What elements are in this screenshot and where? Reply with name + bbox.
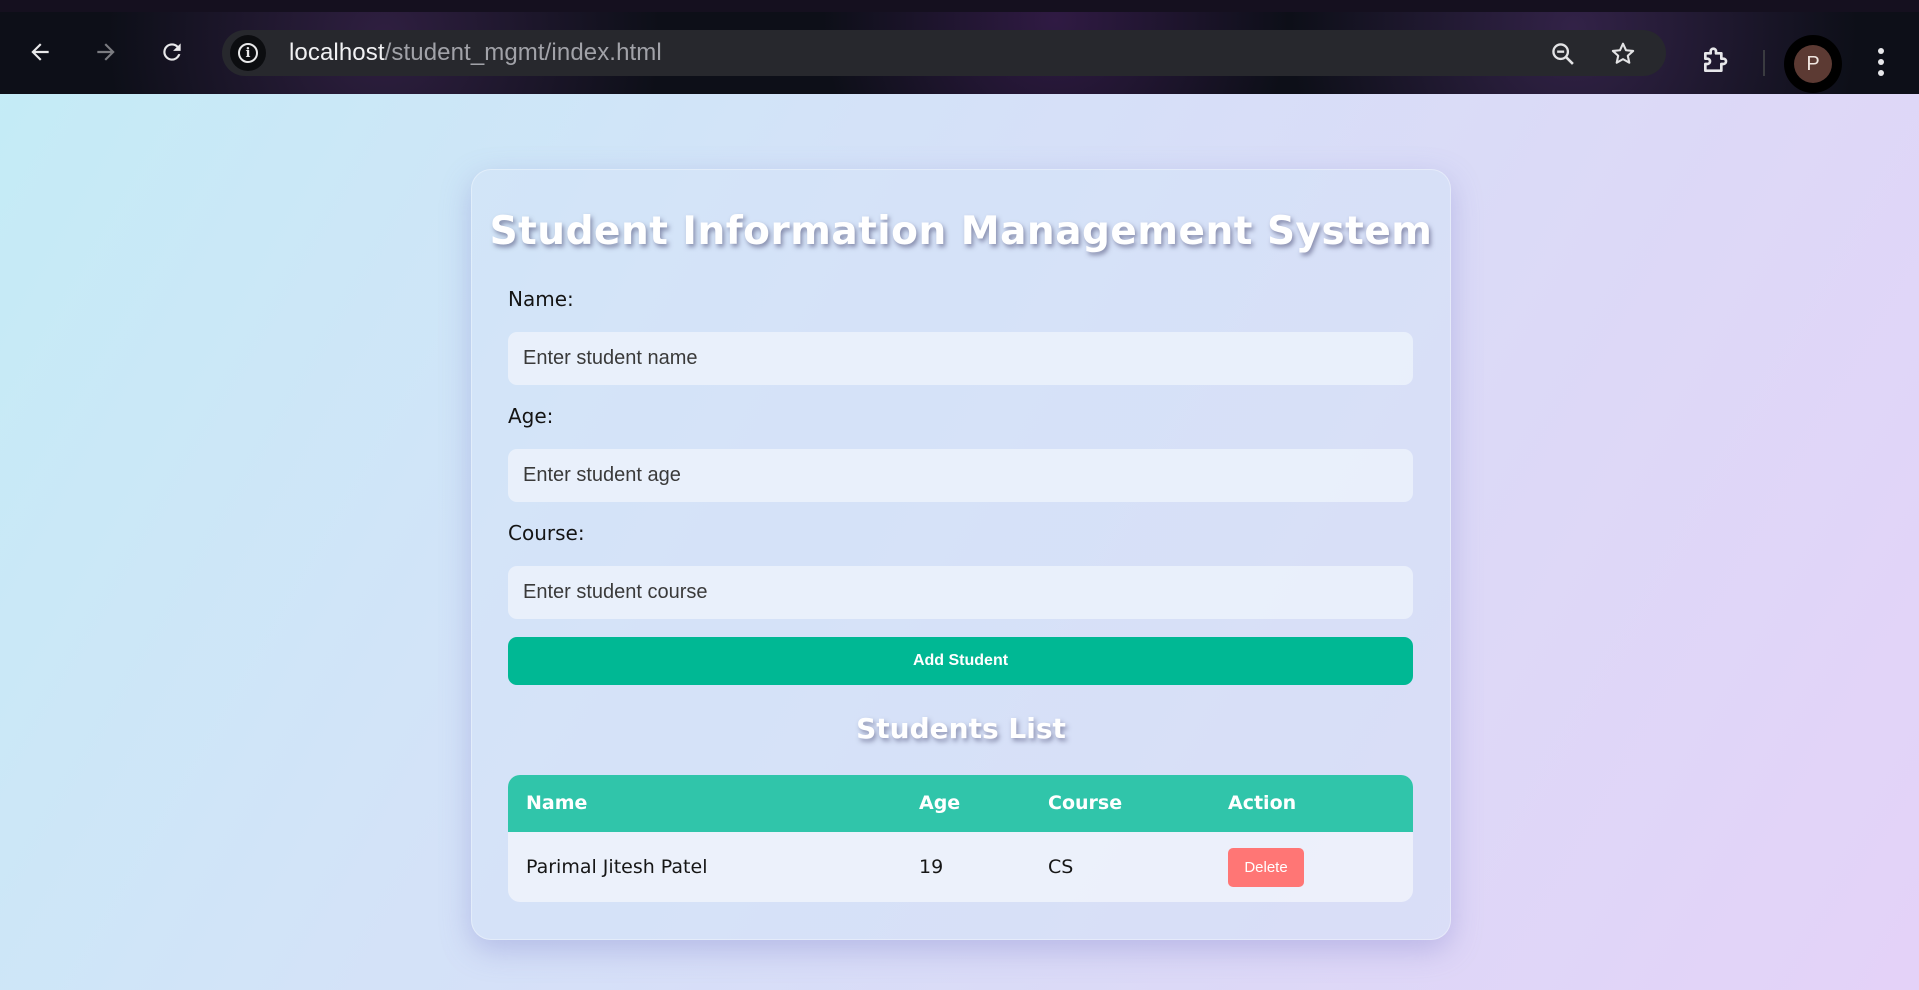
student-name-input[interactable]	[508, 332, 1413, 385]
zoom-out-icon	[1552, 43, 1574, 65]
cell-age: 19	[919, 856, 944, 878]
page-title: Student Information Management System	[489, 209, 1433, 254]
column-header-name: Name	[526, 792, 588, 814]
browser-menu-button[interactable]	[1866, 42, 1896, 82]
table-header: Name Age Course Action	[508, 775, 1413, 832]
url-host: localhost	[289, 39, 385, 66]
url-text[interactable]: localhost/student_mgmt/index.html	[289, 41, 662, 65]
address-bar[interactable]: i localhost/student_mgmt/index.html	[222, 30, 1666, 76]
bookmark-button[interactable]	[1608, 39, 1638, 69]
students-list-title: Students List	[856, 712, 1066, 745]
column-header-age: Age	[919, 792, 961, 814]
profile-button[interactable]: P	[1784, 35, 1842, 93]
forward-arrow-icon	[97, 43, 115, 61]
zoom-button[interactable]	[1548, 39, 1578, 69]
url-path: /student_mgmt/index.html	[384, 39, 662, 66]
delete-button[interactable]: Delete	[1228, 848, 1304, 887]
student-course-input[interactable]	[508, 566, 1413, 619]
bookmark-star-icon	[1611, 42, 1635, 64]
browser-toolbar: i localhost/student_mgmt/index.html P	[0, 0, 1919, 94]
name-label: Name:	[508, 287, 574, 311]
site-info-icon: i	[238, 43, 258, 63]
age-label: Age:	[508, 404, 554, 428]
student-age-input[interactable]	[508, 449, 1413, 502]
back-arrow-icon	[31, 43, 49, 61]
site-info-button[interactable]: i	[230, 35, 266, 71]
students-table: Name Age Course Action Parimal Jitesh Pa…	[508, 775, 1413, 902]
toolbar-divider	[1763, 50, 1765, 76]
avatar: P	[1794, 45, 1832, 83]
back-button[interactable]	[22, 34, 58, 70]
student-form-card: Student Information Management System Na…	[471, 169, 1451, 940]
course-label: Course:	[508, 521, 585, 545]
extensions-button[interactable]	[1700, 44, 1732, 76]
column-header-action: Action	[1228, 792, 1297, 814]
reload-icon	[163, 43, 181, 61]
kebab-menu-icon	[1878, 48, 1884, 76]
extensions-puzzle-icon	[1704, 47, 1728, 72]
column-header-course: Course	[1048, 792, 1123, 814]
cell-name: Parimal Jitesh Patel	[526, 856, 708, 878]
cell-course: CS	[1048, 856, 1074, 878]
forward-button[interactable]	[88, 34, 124, 70]
reload-button[interactable]	[154, 34, 190, 70]
add-student-button[interactable]: Add Student	[508, 637, 1413, 685]
